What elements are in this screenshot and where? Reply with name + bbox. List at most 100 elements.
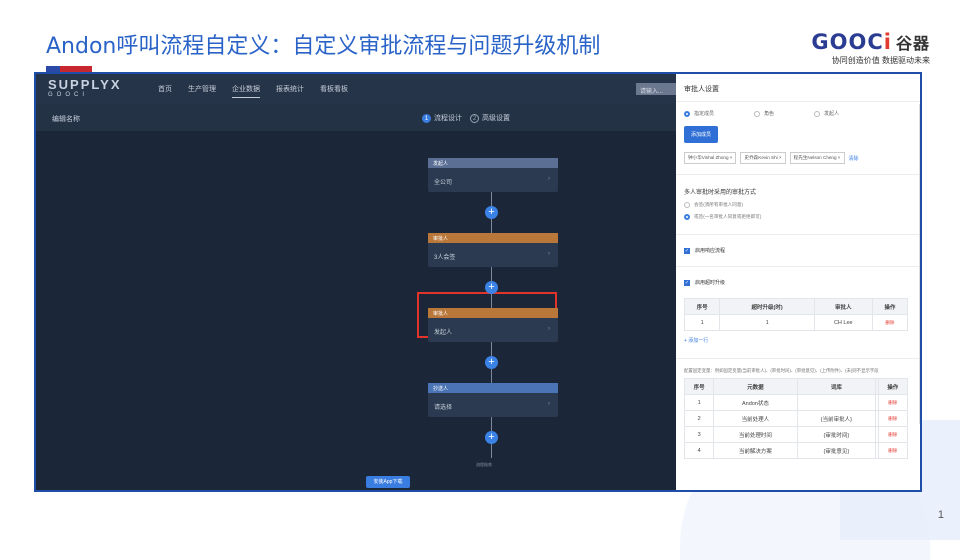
table-cell: 1 bbox=[683, 314, 721, 331]
step-design[interactable]: 1 流程设计 bbox=[422, 113, 462, 123]
table-cell[interactable]: {审批时间} bbox=[796, 426, 877, 443]
add-node-button[interactable]: + bbox=[485, 281, 498, 294]
node-title: 发起人 bbox=[428, 158, 558, 168]
radio-on-icon bbox=[684, 110, 690, 117]
flow-node-approver-2[interactable]: 审批人 发起人 › bbox=[428, 308, 558, 342]
escalation-section: ✓ 启用超时升级 序号 超时升级(时) 审批人 操作 1 1 CH Lee 删除 … bbox=[676, 267, 920, 359]
radio-off-icon bbox=[814, 110, 821, 117]
delete-link[interactable]: 删除 bbox=[877, 442, 909, 459]
chevron-right-icon: › bbox=[548, 251, 550, 257]
node-body: 3人会签 › bbox=[434, 251, 550, 261]
escalation-table: 序号 超时升级(时) 审批人 操作 1 1 CH Lee 删除 bbox=[683, 298, 909, 331]
response-section: ✓ 启用响应流程 bbox=[676, 235, 920, 267]
column-header: 审批人 bbox=[813, 298, 873, 315]
app-download-button[interactable]: 安装App下载 bbox=[366, 476, 410, 488]
add-node-button[interactable]: + bbox=[485, 431, 498, 444]
table-row: 1 Andon状态 删除 bbox=[683, 394, 909, 411]
nav-item-reports[interactable]: 报表统计 bbox=[276, 84, 304, 98]
radio-initiator[interactable]: 发起人 bbox=[814, 110, 839, 117]
panel-title: 审批人设置 bbox=[676, 74, 920, 102]
nav-item-production[interactable]: 生产管理 bbox=[188, 84, 216, 98]
node-title: 抄送人 bbox=[428, 383, 558, 393]
nav-item-dashboard[interactable]: 看板看板 bbox=[320, 84, 348, 98]
brand-tagline: 协同创造价值 数据驱动未来 bbox=[831, 56, 930, 65]
approver-type-radios: 指定成员 角色 发起人 bbox=[684, 102, 916, 117]
node-body: 发起人 › bbox=[434, 326, 550, 336]
table-cell[interactable]: 当前解决方案 bbox=[713, 442, 798, 459]
app-logo[interactable]: SUPPLYX GOOCI bbox=[48, 78, 122, 101]
radio-off-icon bbox=[684, 202, 690, 208]
member-tag[interactable]: 钟小华Vishal Zhong × bbox=[684, 152, 737, 164]
search-input[interactable]: 请输入... bbox=[636, 83, 676, 95]
add-node-button[interactable]: + bbox=[485, 206, 498, 219]
response-flow-checkbox[interactable]: ✓ 启用响应流程 bbox=[676, 235, 920, 266]
column-header: 序号 bbox=[683, 378, 715, 395]
table-row: 4 当前解决方案 {审批意见} 删除 bbox=[683, 442, 909, 459]
radio-role[interactable]: 角色 bbox=[754, 110, 774, 117]
flow-name-field[interactable]: 编辑名称 bbox=[52, 114, 80, 124]
escalation-checkbox[interactable]: ✓ 启用超时升级 bbox=[676, 267, 920, 298]
column-header: 超时升级(时) bbox=[719, 298, 815, 315]
table-cell[interactable]: {当前审批人} bbox=[796, 410, 877, 427]
node-body: 全公司 › bbox=[434, 176, 550, 186]
main-nav: 首页 生产管理 企业数据 报表统计 看板看板 bbox=[158, 84, 348, 98]
nav-item-home[interactable]: 首页 bbox=[158, 84, 172, 98]
connector-line bbox=[491, 267, 492, 281]
table-cell[interactable] bbox=[796, 394, 877, 411]
add-row-link[interactable]: + 添加一行 bbox=[676, 331, 920, 358]
method-option-all[interactable]: 会签(须所有审批人同意) bbox=[684, 202, 916, 208]
delete-link[interactable]: 删除 bbox=[877, 410, 909, 427]
member-section: 指定成员 角色 发起人 添加成员 钟小华Vishal Zhong × 史乔森Ke… bbox=[676, 102, 920, 175]
add-member-button[interactable]: 添加成员 bbox=[684, 126, 719, 143]
column-header: 序号 bbox=[683, 298, 721, 315]
member-tag[interactable]: 程先生Nelson Cheng × bbox=[789, 152, 845, 164]
panel-scrollbar[interactable] bbox=[919, 104, 920, 424]
column-header: 词库 bbox=[796, 378, 877, 395]
table-cell[interactable]: {审批意见} bbox=[796, 442, 877, 459]
column-header: 元数据 bbox=[713, 378, 798, 395]
add-node-button[interactable]: + bbox=[485, 356, 498, 369]
meta-section: 配置固定变量：例如固定变量(当前审批人)、(审批时间)、(审批意见)、(上传附件… bbox=[676, 359, 920, 459]
table-cell: 3 bbox=[683, 426, 715, 443]
flow-toolbar: 编辑名称 1 流程设计 2 高级设置 bbox=[36, 104, 676, 132]
table-cell: 4 bbox=[683, 442, 715, 459]
flow-node-cc[interactable]: 抄送人 请选择 › bbox=[428, 383, 558, 417]
delete-link[interactable]: 删除 bbox=[871, 314, 909, 331]
meta-table: 序号 元数据 词库 操作 1 Andon状态 删除 2 当前处理人 {当前审批人… bbox=[683, 378, 909, 459]
connector-line bbox=[491, 342, 492, 356]
table-cell: 2 bbox=[683, 410, 715, 427]
chevron-right-icon: › bbox=[548, 401, 550, 407]
table-cell[interactable]: Andon状态 bbox=[713, 394, 798, 411]
table-cell[interactable]: CH Lee bbox=[813, 314, 873, 331]
node-title: 审批人 bbox=[428, 233, 558, 243]
table-row: 3 当前处理时间 {审批时间} 删除 bbox=[683, 426, 909, 443]
member-tag[interactable]: 史乔森Kevin Shi × bbox=[740, 152, 786, 164]
table-cell: 1 bbox=[683, 394, 715, 411]
table-row: 2 当前处理人 {当前审批人} 删除 bbox=[683, 410, 909, 427]
meta-note: 配置固定变量：例如固定变量(当前审批人)、(审批时间)、(审批意见)、(上传附件… bbox=[684, 368, 879, 373]
table-row: 1 1 CH Lee 删除 bbox=[683, 314, 909, 331]
table-header-row: 序号 元数据 词库 操作 bbox=[683, 378, 909, 395]
flow-canvas: 发起人 全公司 › + 审批人 3人会签 › + 审批人 发起人 › + 抄送人 请选… bbox=[36, 132, 676, 490]
table-cell[interactable]: 1 bbox=[719, 314, 815, 331]
method-option-any[interactable]: 或签(一名审批人同意或拒绝即可) bbox=[684, 214, 916, 220]
clear-link[interactable]: 清除 bbox=[849, 155, 859, 162]
table-cell[interactable]: 当前处理人 bbox=[713, 410, 798, 427]
checkbox-checked-icon: ✓ bbox=[684, 279, 690, 286]
radio-specified-member[interactable]: 指定成员 bbox=[684, 110, 714, 117]
delete-link[interactable]: 删除 bbox=[877, 426, 909, 443]
slide-title: Andon呼叫流程自定义：自定义审批流程与问题升级机制 bbox=[46, 34, 601, 59]
nav-item-enterprise[interactable]: 企业数据 bbox=[232, 84, 260, 98]
app-screenshot: SUPPLYX GOOCI 首页 生产管理 企业数据 报表统计 看板看板 请输入.… bbox=[34, 72, 922, 492]
node-title: 审批人 bbox=[428, 308, 558, 318]
connector-line bbox=[491, 294, 492, 308]
column-header: 操作 bbox=[871, 298, 909, 315]
approver-settings-panel: 审批人设置 指定成员 角色 发起人 添加成员 钟小华Vishal Zhong ×… bbox=[676, 74, 920, 490]
flow-node-approver-1[interactable]: 审批人 3人会签 › bbox=[428, 233, 558, 267]
chevron-right-icon: › bbox=[548, 176, 550, 182]
step-advanced[interactable]: 2 高级设置 bbox=[470, 113, 510, 123]
delete-link[interactable]: 删除 bbox=[877, 394, 909, 411]
chevron-right-icon: › bbox=[548, 326, 550, 332]
flow-node-initiator[interactable]: 发起人 全公司 › bbox=[428, 158, 558, 192]
table-cell[interactable]: 当前处理时间 bbox=[713, 426, 798, 443]
